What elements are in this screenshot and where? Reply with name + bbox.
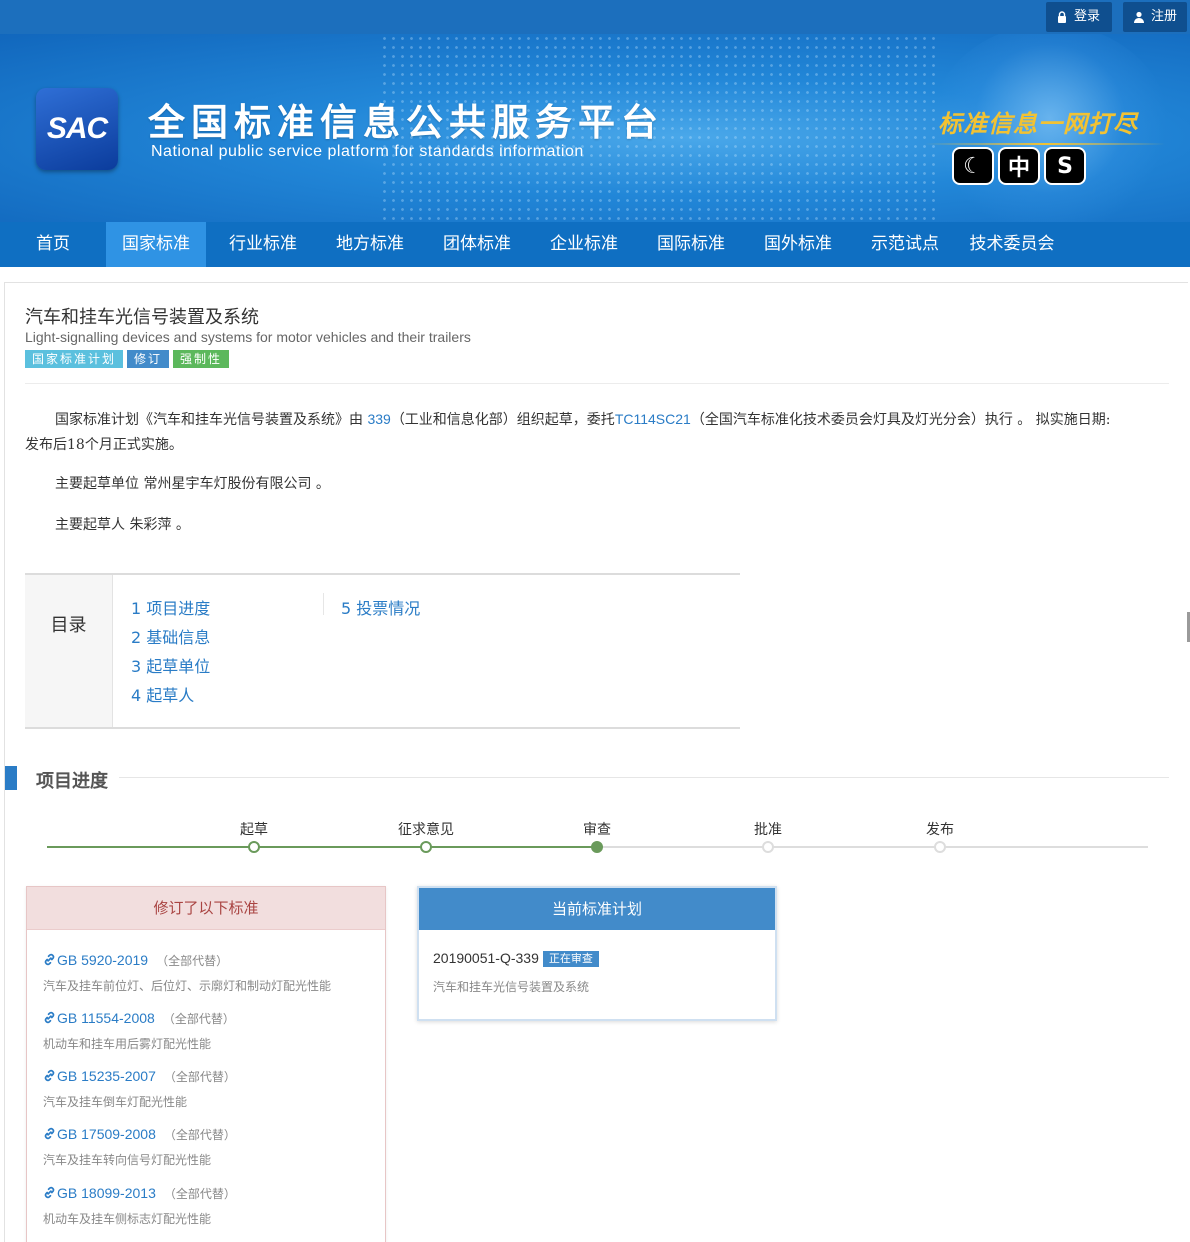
progress-stage-label: 批准: [754, 822, 782, 838]
list-item: GB 5920-2019 （全部代替） 汽车及挂车前位灯、后位灯、示廓灯和制动灯配…: [43, 952, 332, 993]
chinese-language-button[interactable]: 中: [998, 147, 1040, 185]
drafting-unit: 主要起草单位 常州星宇车灯股份有限公司 。: [55, 476, 330, 492]
link-icon: [44, 953, 55, 966]
toc-item-progress[interactable]: 1 项目进度: [131, 595, 210, 619]
standard-title-en: Light-signalling devices and systems for…: [25, 329, 471, 345]
standard-link[interactable]: GB 17509-2008: [43, 1126, 156, 1142]
nav-technical-committees[interactable]: 技术委员会: [962, 222, 1062, 267]
progress-stage-dot: [934, 841, 946, 853]
login-button[interactable]: 登录: [1046, 2, 1112, 32]
nav-group-standards[interactable]: 团体标准: [420, 222, 534, 267]
standard-link[interactable]: GB 15235-2007: [43, 1068, 156, 1084]
nav-enterprise-standards[interactable]: 企业标准: [534, 222, 634, 267]
list-item: GB 15235-2007 （全部代替） 汽车及挂车倒车灯配光性能: [43, 1068, 236, 1109]
status-badge: 正在审查: [542, 951, 599, 967]
progress-line-done: [47, 846, 597, 848]
progress-line-todo: [597, 846, 1148, 848]
simplified-toggle-button[interactable]: S: [1044, 147, 1086, 185]
link-icon: [44, 1186, 55, 1199]
standard-link[interactable]: GB 5920-2019: [43, 952, 148, 968]
standard-title-cn: 汽车和挂车光信号装置及系统: [25, 307, 259, 328]
table-of-contents: 目录 1 项目进度 2 基础信息 3 起草单位 4 起草人 5 投票情况: [25, 573, 740, 729]
revision-badge: 修订: [127, 350, 170, 368]
tc-code-link[interactable]: TC114SC21: [615, 411, 691, 427]
progress-stage-dot: [762, 841, 774, 853]
plan-panel-heading: 当前标准计划: [419, 888, 775, 930]
section-marker: [5, 766, 17, 790]
section-rule: [119, 777, 1169, 778]
site-title: 全国标准信息公共服务平台: [148, 101, 664, 144]
nav-international-standards[interactable]: 国际标准: [634, 222, 748, 267]
link-icon: [44, 1127, 55, 1140]
nav-demonstration-pilots[interactable]: 示范试点: [848, 222, 962, 267]
list-item: GB 18099-2013 （全部代替） 机动车及挂车侧标志灯配光性能: [43, 1185, 236, 1226]
toc-item-voting[interactable]: 5 投票情况: [341, 595, 420, 619]
toc-divider: [323, 593, 324, 615]
nav-local-standards[interactable]: 地方标准: [320, 222, 420, 267]
standard-badges: 国家标准计划 修订 强制性: [25, 350, 230, 368]
sac-logo[interactable]: SAC: [36, 88, 118, 170]
revised-standards-panel: 修订了以下标准 GB 5920-2019 （全部代替） 汽车及挂车前位灯、后位灯、…: [26, 886, 386, 1242]
lock-icon: [1058, 11, 1066, 23]
nav-national-standards[interactable]: 国家标准: [106, 222, 206, 267]
toc-item-drafters[interactable]: 4 起草人: [131, 682, 194, 706]
login-label: 登录: [1074, 9, 1101, 24]
link-icon: [44, 1069, 55, 1082]
plan-code[interactable]: 20190051-Q-339 正在审查: [433, 950, 599, 967]
nav-home[interactable]: 首页: [0, 222, 106, 267]
progress-stage-label: 审查: [583, 822, 611, 838]
nav-industry-standards[interactable]: 行业标准: [206, 222, 320, 267]
divider: [25, 383, 1169, 384]
progress-stage-dot: [248, 841, 260, 853]
standard-link[interactable]: GB 11554-2008: [43, 1010, 155, 1026]
description-paragraph: 国家标准计划《汽车和挂车光信号装置及系统》由 339（工业和信息化部）组织起草，…: [25, 407, 1169, 458]
mandatory-badge: 强制性: [173, 350, 230, 368]
plan-name: 汽车和挂车光信号装置及系统: [433, 980, 590, 994]
slogan-underline: [925, 143, 1165, 145]
list-item: GB 11554-2008 （全部代替） 机动车和挂车用后雾灯配光性能: [43, 1010, 235, 1051]
top-bar: 登录 注册: [0, 0, 1190, 34]
toc-item-drafting-units[interactable]: 3 起草单位: [131, 653, 210, 677]
org-code-link[interactable]: 339: [367, 411, 390, 427]
link-icon: [44, 1011, 55, 1024]
user-icon: [1134, 11, 1144, 23]
nav-foreign-standards[interactable]: 国外标准: [748, 222, 848, 267]
progress-stage-label: 发布: [926, 822, 954, 838]
standard-link[interactable]: GB 18099-2013: [43, 1185, 156, 1201]
current-plan-panel: 当前标准计划 20190051-Q-339 正在审查 汽车和挂车光信号装置及系统: [417, 886, 777, 1021]
section-title-progress: 项目进度: [36, 771, 108, 792]
register-button[interactable]: 注册: [1123, 2, 1187, 32]
slogan: 标准信息一网打尽: [938, 109, 1138, 138]
toc-item-basic-info[interactable]: 2 基础信息: [131, 624, 210, 648]
register-label: 注册: [1151, 9, 1178, 24]
plan-type-badge: 国家标准计划: [25, 350, 124, 368]
drafter: 主要起草人 朱彩萍 。: [55, 517, 190, 533]
night-mode-icon[interactable]: ☾: [952, 147, 994, 185]
progress-stage-label: 征求意见: [398, 822, 454, 838]
site-subtitle: National public service platform for sta…: [151, 143, 584, 160]
main-nav: 首页 国家标准 行业标准 地方标准 团体标准 企业标准 国际标准 国外标准 示范…: [0, 222, 1190, 267]
standard-detail-card: 汽车和挂车光信号装置及系统 Light-signalling devices a…: [4, 282, 1188, 1242]
progress-stage-dot: [591, 841, 603, 853]
implementation-date: 发布后18个月正式实施。: [25, 437, 183, 453]
toc-heading: 目录: [25, 575, 113, 727]
progress-stage-label: 起草: [240, 822, 268, 838]
revised-panel-heading: 修订了以下标准: [27, 887, 385, 930]
list-item: GB 17509-2008 （全部代替） 汽车及挂车转向信号灯配光性能: [43, 1126, 236, 1167]
progress-stage-dot: [420, 841, 432, 853]
display-mode-buttons: ☾ 中 S: [952, 147, 1086, 185]
